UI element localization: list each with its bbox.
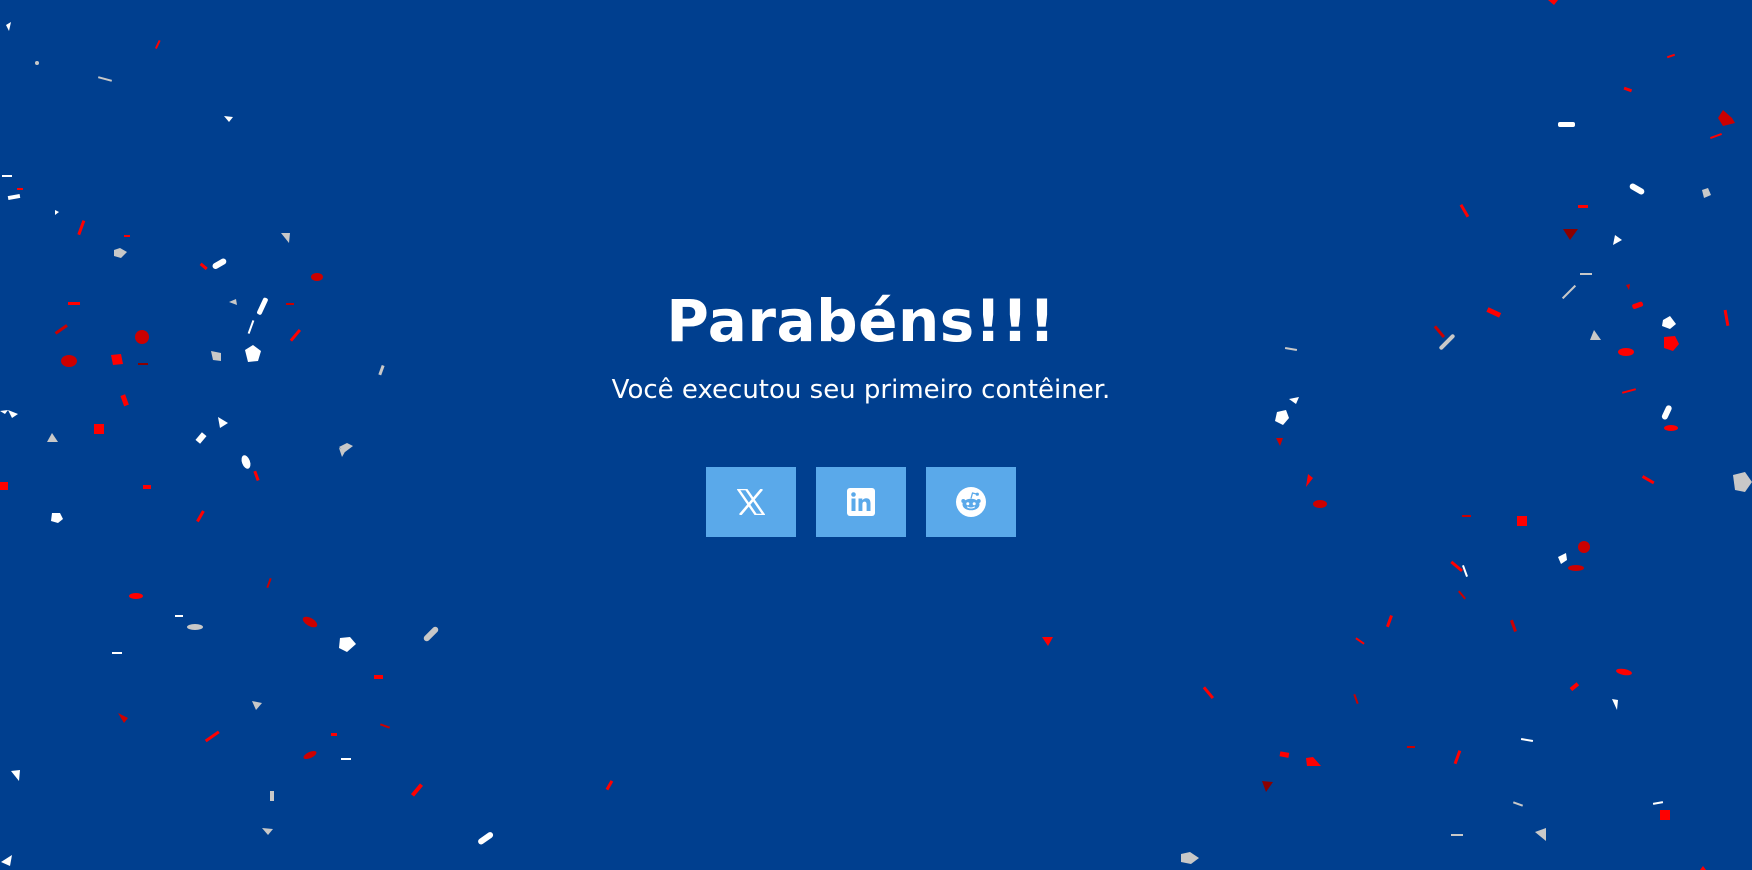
linkedin-logo-icon (847, 488, 875, 516)
share-x-button[interactable] (706, 467, 796, 537)
share-reddit-button[interactable] (926, 467, 1016, 537)
reddit-logo-icon (956, 487, 986, 517)
page-title: Parabéns!!! (666, 287, 1056, 355)
x-logo-icon (737, 489, 765, 515)
main-content: Parabéns!!! Você executou seu primeiro c… (0, 0, 1752, 870)
page-subtitle: Você executou seu primeiro contêiner. (611, 375, 1111, 405)
congratulations-page: Parabéns!!! Você executou seu primeiro c… (0, 0, 1752, 870)
share-linkedin-button[interactable] (816, 467, 906, 537)
